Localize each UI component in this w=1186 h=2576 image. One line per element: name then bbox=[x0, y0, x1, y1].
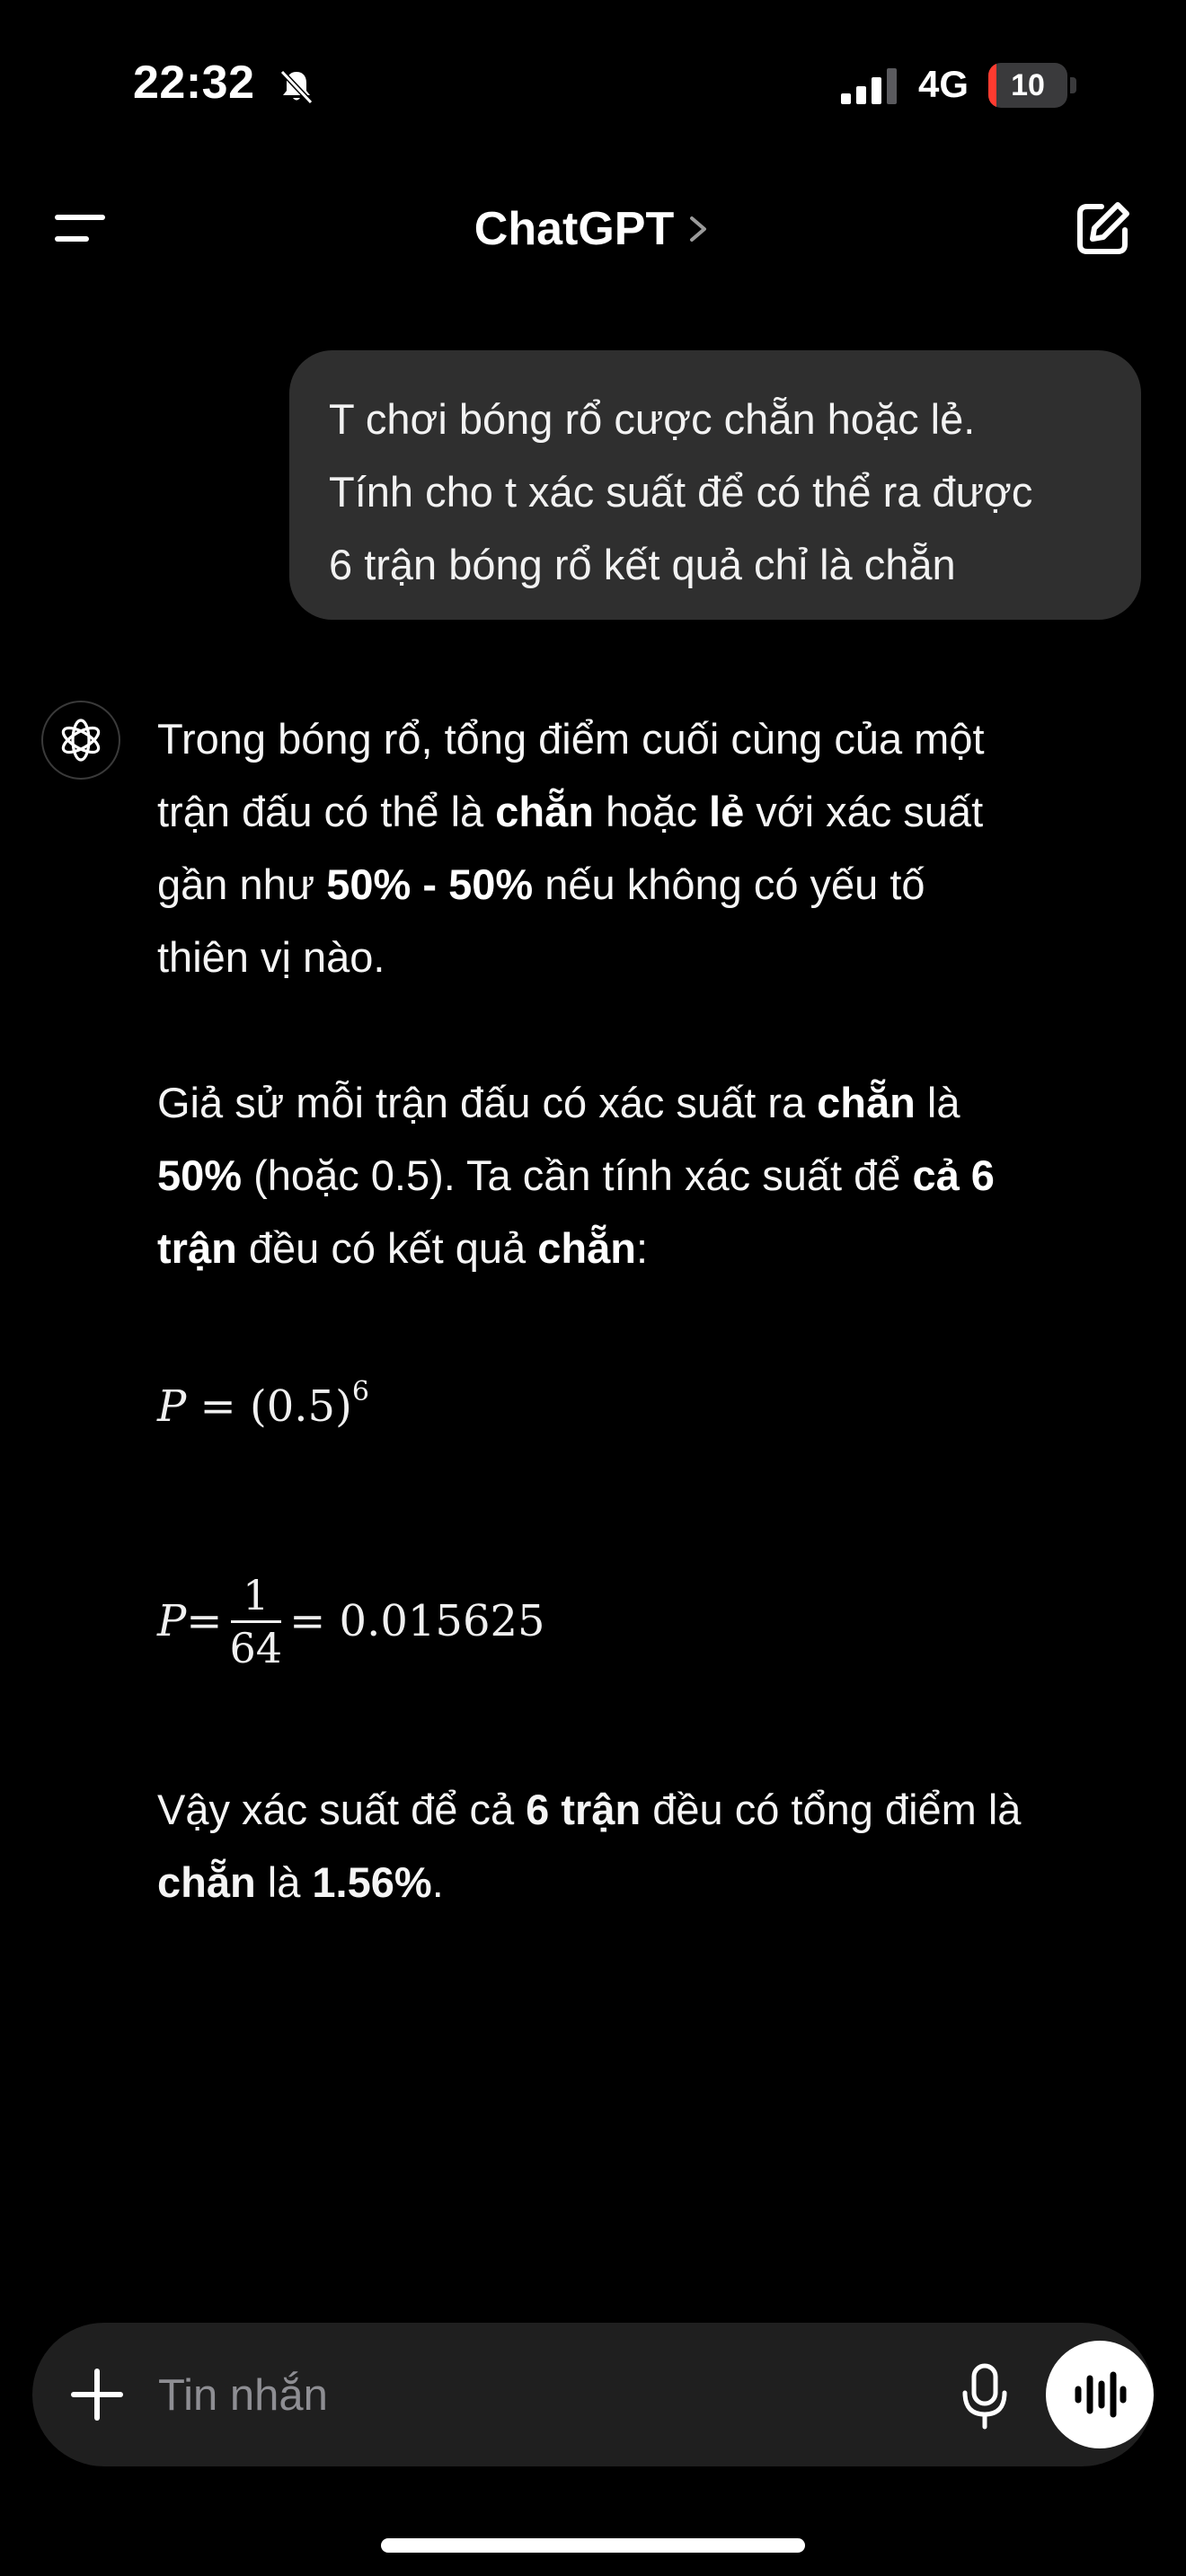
battery-level: 10 bbox=[1011, 68, 1045, 102]
status-time: 22:32 bbox=[133, 57, 255, 109]
status-bar: 22:32 4G 10 bbox=[0, 0, 1186, 171]
cellular-signal-icon bbox=[841, 68, 897, 104]
chevron-right-icon bbox=[690, 216, 707, 242]
microphone-icon[interactable] bbox=[956, 2362, 1013, 2430]
assistant-avatar bbox=[41, 701, 120, 780]
answer-line: Vậy xác suất để cả 6 trận đều có tổng đi… bbox=[157, 1786, 1022, 1833]
voice-mode-icon bbox=[1075, 2371, 1127, 2418]
answer-line: Giả sử mỗi trận đấu có xác suất ra chẵn … bbox=[157, 1079, 960, 1126]
message-composer bbox=[32, 2323, 1154, 2466]
home-indicator[interactable] bbox=[381, 2538, 805, 2553]
answer-line: chẵn là 1.56%. bbox=[157, 1858, 444, 1906]
plus-icon[interactable] bbox=[68, 2366, 126, 2423]
user-message-line: 6 trận bóng rổ kết quả chỉ là chẵn bbox=[329, 541, 956, 588]
voice-mode-button[interactable] bbox=[1046, 2341, 1154, 2448]
top-nav: ChatGPT bbox=[0, 180, 1186, 278]
user-message-line: T chơi bóng rổ cược chẵn hoặc lẻ. bbox=[329, 395, 976, 443]
answer-line: Trong bóng rổ, tổng điểm cuối cùng của m… bbox=[157, 715, 985, 763]
page-title: ChatGPT bbox=[474, 203, 675, 255]
model-selector[interactable]: ChatGPT bbox=[0, 180, 1186, 278]
answer-line: gần như 50% - 50% nếu không có yếu tố bbox=[157, 860, 925, 908]
math-equation: P = 1 64 = 0.015625 bbox=[157, 1570, 545, 1672]
assistant-message: Trong bóng rổ, tổng điểm cuối cùng của m… bbox=[157, 702, 1128, 1284]
answer-line: trận đều có kết quả chẵn: bbox=[157, 1224, 649, 1272]
assistant-conclusion: Vậy xác suất để cả 6 trận đều có tổng đi… bbox=[157, 1773, 1021, 1919]
fraction: 1 64 bbox=[229, 1570, 283, 1672]
compose-icon[interactable] bbox=[1071, 198, 1134, 260]
message-input[interactable] bbox=[156, 2359, 933, 2432]
math-equation: P = (0.5)6 bbox=[157, 1376, 369, 1432]
user-message-line: Tính cho t xác suất để có thể ra được bbox=[329, 468, 1033, 516]
battery-indicator: 10 bbox=[988, 63, 1076, 108]
bell-slash-icon bbox=[279, 69, 314, 105]
answer-line: thiên vị nào. bbox=[157, 933, 385, 981]
network-type: 4G bbox=[918, 63, 969, 105]
openai-logo-icon bbox=[61, 719, 101, 762]
user-message-bubble: T chơi bóng rổ cược chẵn hoặc lẻ. Tính c… bbox=[289, 350, 1141, 620]
answer-line: 50% (hoặc 0.5). Ta cần tính xác suất để … bbox=[157, 1151, 995, 1199]
answer-line: trận đấu có thể là chẵn hoặc lẻ với xác … bbox=[157, 788, 984, 835]
